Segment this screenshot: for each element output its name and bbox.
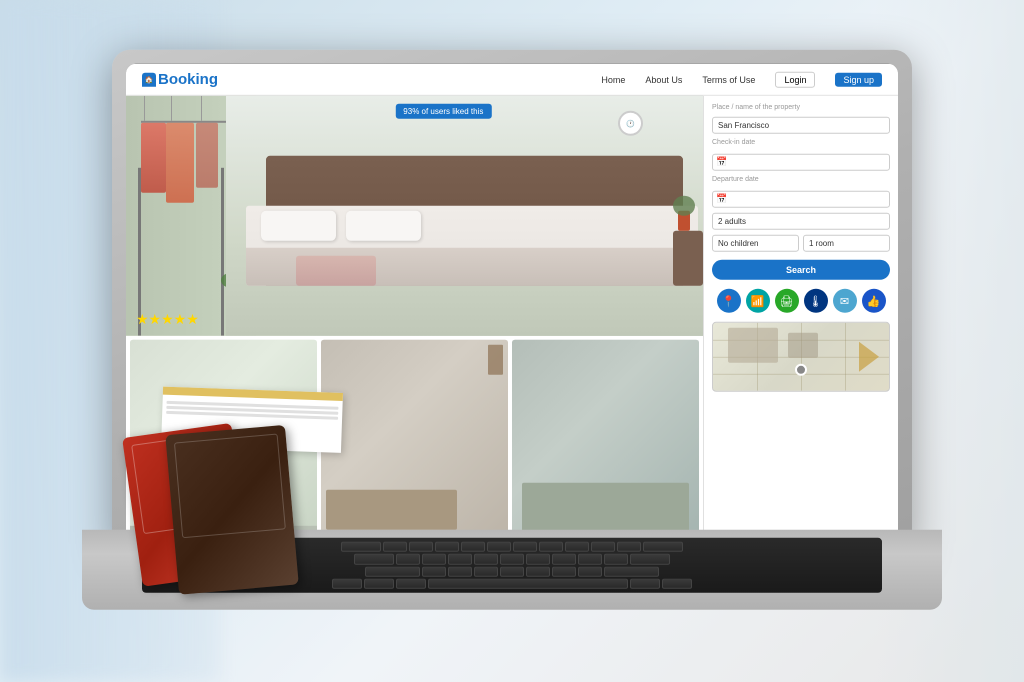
floor-mat xyxy=(276,291,663,316)
place-input[interactable] xyxy=(712,117,890,134)
key-a xyxy=(396,554,420,564)
search-panel: Place / name of the property Check-in da… xyxy=(703,96,898,542)
passport-inner-dark xyxy=(174,434,286,539)
signup-button[interactable]: Sign up xyxy=(835,72,882,86)
key-alt-r xyxy=(630,579,660,589)
key-t xyxy=(487,542,511,552)
logo-text: Booking xyxy=(158,71,218,88)
checkout-input[interactable] xyxy=(712,191,890,208)
map-area xyxy=(712,322,890,392)
map-arrow xyxy=(859,342,879,372)
key-m xyxy=(578,566,602,576)
key-f xyxy=(474,554,498,564)
nav-terms[interactable]: Terms of Use xyxy=(702,74,755,84)
pillow-1 xyxy=(261,211,336,241)
amenity-location[interactable]: 📍 xyxy=(717,289,741,313)
clock: 🕐 xyxy=(618,111,643,136)
cloth-2 xyxy=(166,123,194,203)
key-e xyxy=(435,542,459,552)
guests-children-row xyxy=(712,235,890,252)
login-button[interactable]: Login xyxy=(775,71,815,87)
key-d xyxy=(448,554,472,564)
logo-icon: 🏠 xyxy=(142,72,156,86)
search-button[interactable]: Search xyxy=(712,260,890,280)
key-j xyxy=(552,554,576,564)
hanger-3 xyxy=(201,96,202,121)
blanket-accent xyxy=(296,256,376,286)
key-x xyxy=(448,566,472,576)
cloth-1 xyxy=(141,123,166,193)
calendar-icon-2: 📅 xyxy=(716,193,727,204)
key-g xyxy=(500,554,524,564)
key-k xyxy=(578,554,602,564)
table-items xyxy=(112,390,392,590)
laptop: 🏠 Booking Home About Us Terms of Use Log… xyxy=(82,50,942,610)
navbar: 🏠 Booking Home About Us Terms of Use Log… xyxy=(126,64,898,96)
guests-input[interactable] xyxy=(712,213,890,230)
bed-thumb xyxy=(522,483,689,533)
key-v xyxy=(500,566,524,576)
map-block-2 xyxy=(788,333,818,358)
key-enter xyxy=(630,554,670,564)
key-u xyxy=(539,542,563,552)
key-l xyxy=(604,554,628,564)
nightstand-plant xyxy=(673,196,695,216)
map-pin xyxy=(795,364,807,376)
key-p xyxy=(617,542,641,552)
key-z xyxy=(422,566,446,576)
key-r xyxy=(461,542,485,552)
logo: 🏠 Booking xyxy=(142,71,218,88)
children-input[interactable] xyxy=(712,235,799,252)
key-space xyxy=(428,579,628,589)
amenity-temp[interactable]: 🌡 xyxy=(804,289,828,313)
decor-thumb xyxy=(488,345,503,375)
bed-area: 🕐 xyxy=(226,96,703,336)
key-o xyxy=(591,542,615,552)
hanger-1 xyxy=(144,96,145,121)
key-shift-r xyxy=(604,566,659,576)
nightstand xyxy=(673,231,703,286)
nav-about[interactable]: About Us xyxy=(645,74,682,84)
checkin-label: Check-in date xyxy=(712,139,890,146)
key-i xyxy=(565,542,589,552)
rooms-input[interactable] xyxy=(803,235,890,252)
nav-home[interactable]: Home xyxy=(601,74,625,84)
nav-links: Home About Us Terms of Use Login Sign up xyxy=(601,71,882,87)
amenity-wifi[interactable]: 📶 xyxy=(746,289,770,313)
key-s xyxy=(422,554,446,564)
thumbnail-3[interactable] xyxy=(512,340,699,538)
rack-leg-2 xyxy=(221,168,224,336)
ticket-lines xyxy=(162,395,343,426)
checkout-wrapper: 📅 xyxy=(712,189,890,208)
amenity-print[interactable]: 🖨 xyxy=(775,289,799,313)
key-b xyxy=(526,566,550,576)
key-c xyxy=(474,566,498,576)
map-block-1 xyxy=(728,328,778,363)
pillow-2 xyxy=(346,211,421,241)
amenity-like[interactable]: 👍 xyxy=(862,289,886,313)
checkin-input[interactable] xyxy=(712,154,890,171)
liked-badge: 93% of users liked this xyxy=(395,104,491,119)
key-alt xyxy=(396,579,426,589)
key-h xyxy=(526,554,550,564)
place-label: Place / name of the property xyxy=(712,104,890,111)
checkin-wrapper: 📅 xyxy=(712,152,890,171)
mattress xyxy=(246,206,698,286)
hanger-2 xyxy=(171,96,172,121)
passport-dark xyxy=(165,425,298,595)
amenities-row: 📍 📶 🖨 🌡 ✉ 👍 xyxy=(712,289,890,313)
key-y xyxy=(513,542,537,552)
main-photo: 🕐 ★★★★★ xyxy=(126,96,703,336)
key-ctrl-r xyxy=(662,579,692,589)
cloth-3 xyxy=(196,123,218,188)
checkout-label: Departure date xyxy=(712,176,890,183)
key-n xyxy=(552,566,576,576)
amenity-mail[interactable]: ✉ xyxy=(833,289,857,313)
calendar-icon: 📅 xyxy=(716,156,727,167)
key-backspace xyxy=(643,542,683,552)
map-grid-v3 xyxy=(845,323,846,391)
star-rating: ★★★★★ xyxy=(136,311,199,328)
key-w xyxy=(409,542,433,552)
